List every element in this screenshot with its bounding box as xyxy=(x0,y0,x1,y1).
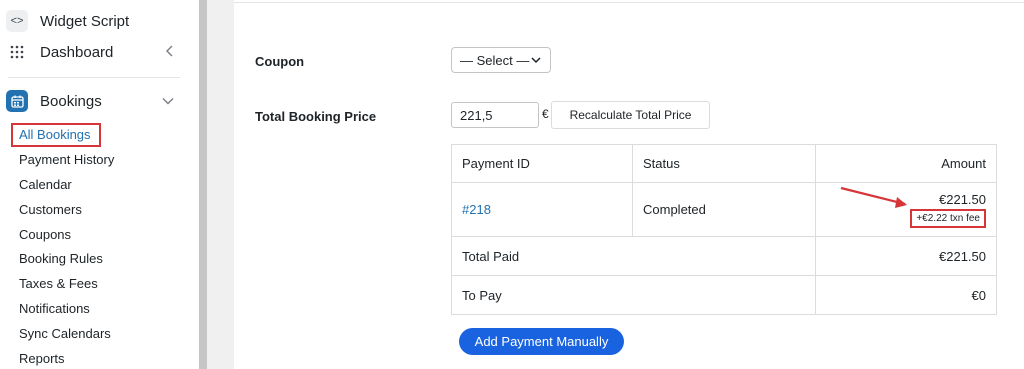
menu-item-widget-script[interactable]: <> Widget Script xyxy=(0,7,199,35)
submenu-item-customers[interactable]: Customers xyxy=(19,202,82,218)
main-divider xyxy=(234,2,1024,3)
payment-status: Completed xyxy=(632,182,816,237)
sidebar-scrollbar[interactable] xyxy=(199,0,207,369)
header-payment-id: Payment ID xyxy=(451,144,633,183)
coupon-select-value: — Select — xyxy=(460,52,530,68)
code-icon: <> xyxy=(6,10,28,32)
header-status: Status xyxy=(632,144,816,183)
payments-table: Payment ID Status Amount #218 Completed … xyxy=(451,144,997,315)
annotation-arrow-icon xyxy=(840,186,907,208)
payment-id-link[interactable]: #218 xyxy=(462,202,491,217)
submenu-item-coupons[interactable]: Coupons xyxy=(19,227,71,243)
submenu-item-reports[interactable]: Reports xyxy=(19,351,65,367)
submenu-item-payment-history[interactable]: Payment History xyxy=(19,152,114,168)
menu-item-label: Bookings xyxy=(40,92,102,110)
currency-symbol: € xyxy=(542,107,549,121)
submenu-item-taxes-fees[interactable]: Taxes & Fees xyxy=(19,276,98,292)
total-paid-row: Total Paid €221.50 xyxy=(451,236,997,276)
coupon-select[interactable]: — Select — xyxy=(451,47,551,73)
chevron-left-icon[interactable] xyxy=(166,45,174,60)
total-paid-value: €221.50 xyxy=(815,236,997,276)
recalculate-total-price-button[interactable]: Recalculate Total Price xyxy=(551,101,710,129)
submenu-item-booking-rules[interactable]: Booking Rules xyxy=(19,251,103,267)
total-paid-label: Total Paid xyxy=(451,236,816,276)
add-payment-manually-button[interactable]: Add Payment Manually xyxy=(459,328,624,355)
submenu-item-all-bookings[interactable]: All Bookings xyxy=(19,127,91,143)
to-pay-row: To Pay €0 xyxy=(451,275,997,315)
submenu-item-notifications[interactable]: Notifications xyxy=(19,301,90,317)
menu-item-dashboard[interactable]: Dashboard xyxy=(0,38,199,66)
menu-item-label: Dashboard xyxy=(40,43,114,61)
total-booking-price-label: Total Booking Price xyxy=(255,109,377,124)
total-price-value: 221,5 xyxy=(460,107,493,123)
admin-sidebar: <> Widget Script Dashboard Bookings All … xyxy=(0,0,199,369)
menu-divider xyxy=(8,77,180,78)
menu-item-label: Widget Script xyxy=(40,12,130,30)
submenu-item-sync-calendars[interactable]: Sync Calendars xyxy=(19,326,111,342)
to-pay-value: €0 xyxy=(815,275,997,315)
to-pay-label: To Pay xyxy=(451,275,816,315)
menu-item-bookings[interactable]: Bookings xyxy=(0,87,199,115)
calendar-icon xyxy=(6,90,28,112)
total-price-input[interactable]: 221,5 xyxy=(451,102,539,128)
transaction-fee: +€2.22 txn fee xyxy=(910,208,986,228)
submenu-item-calendar[interactable]: Calendar xyxy=(19,177,72,193)
header-amount: Amount xyxy=(815,144,997,183)
chevron-down-icon xyxy=(531,57,541,64)
chevron-down-icon[interactable] xyxy=(162,94,174,108)
coupon-label: Coupon xyxy=(255,54,305,69)
grid-icon xyxy=(6,41,28,63)
table-header-row: Payment ID Status Amount xyxy=(451,144,997,183)
